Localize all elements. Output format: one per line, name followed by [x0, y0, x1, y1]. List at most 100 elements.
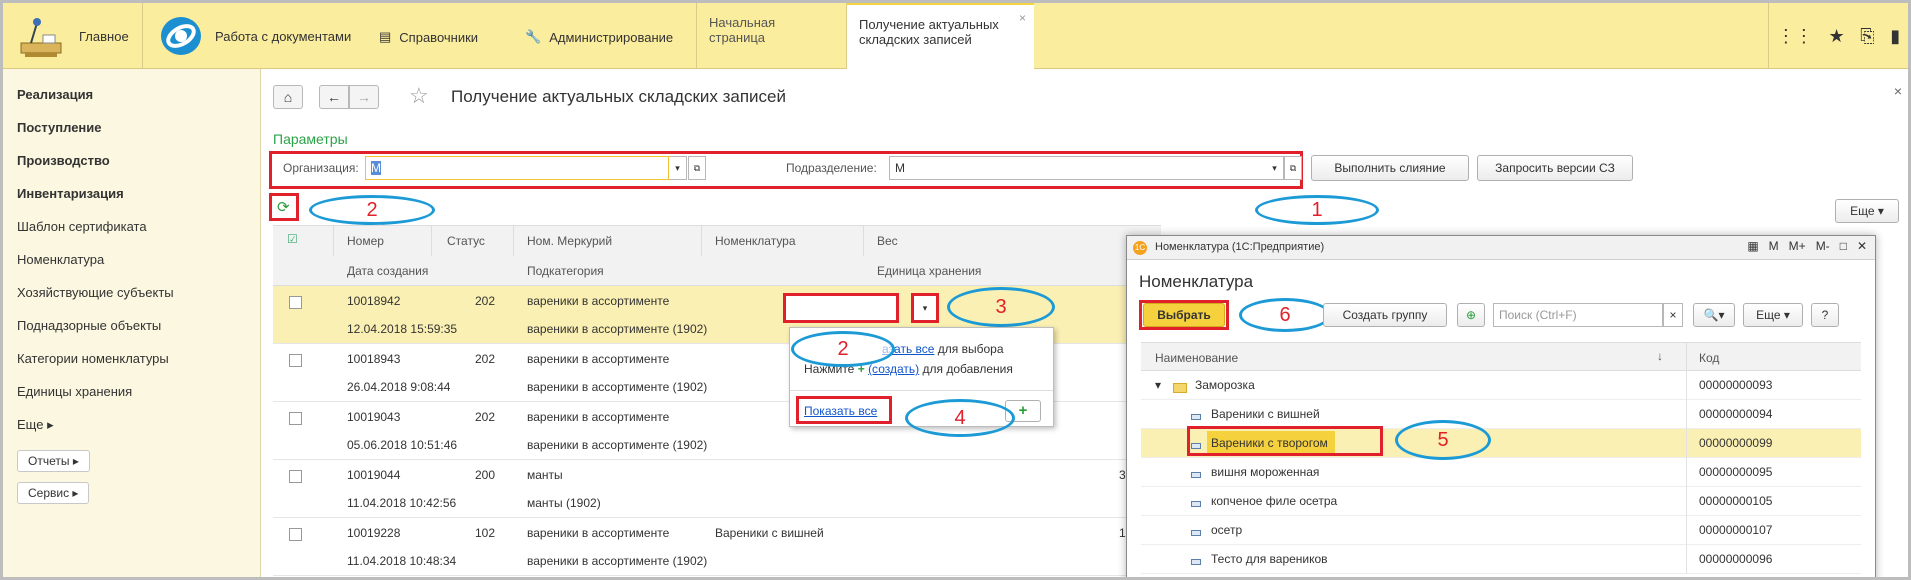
show-all-link[interactable]: Показать все — [804, 404, 877, 418]
sidebar-item-nomenclature[interactable]: Номенклатура — [17, 252, 260, 285]
org-open[interactable]: ⧉ — [688, 156, 706, 180]
sidebar-item-supervised[interactable]: Поднадзорные объекты — [17, 318, 260, 351]
col-date[interactable]: Дата создания — [347, 264, 428, 278]
popup-line1-rest: для выбора — [937, 342, 1004, 356]
history-icon[interactable]: ⎘ — [1860, 26, 1874, 47]
search-options-button[interactable]: 🔍▾ — [1693, 303, 1735, 327]
row-checkbox[interactable] — [289, 528, 302, 541]
list-item[interactable]: вишня мороженная 00000000095 — [1141, 458, 1861, 487]
sidebar-item-sales[interactable]: Реализация — [17, 87, 260, 120]
row-checkbox[interactable] — [289, 470, 302, 483]
help-button[interactable]: ? — [1811, 303, 1839, 327]
nomenclature-dropdown-button[interactable]: ▾ — [911, 293, 939, 323]
select-all-icon[interactable]: ☑ — [287, 232, 298, 246]
cell-mercury: вареники в ассортименте — [527, 410, 670, 424]
col-name[interactable]: Наименование — [1155, 351, 1238, 365]
menu-icon[interactable]: ▮ — [1890, 26, 1900, 47]
tab-start-page[interactable]: Начальная страница — [696, 3, 846, 69]
org-dropdown[interactable]: ▾ — [669, 156, 687, 180]
create-group-button[interactable]: Создать группу — [1323, 303, 1447, 327]
dept-dropdown[interactable]: ▾ — [1266, 156, 1284, 180]
table-row[interactable]: 10019044 200 манты 3,000 11.04.2018 10:4… — [273, 460, 1161, 518]
sidebar-item-categories[interactable]: Категории номенклатуры — [17, 351, 260, 384]
col-mercury[interactable]: Ном. Меркурий — [527, 234, 612, 248]
service-button[interactable]: Сервис ▸ — [17, 482, 90, 504]
star-icon[interactable]: ★ — [1828, 26, 1844, 47]
nomenclature-window: 1С Номенклатура (1С:Предприятие) ▦ M M+ … — [1126, 235, 1876, 577]
table-row[interactable]: 10019228 102 вареники в ассортименте Вар… — [273, 518, 1161, 576]
col-weight[interactable]: Вес — [877, 234, 898, 248]
sidebar-item-inventory[interactable]: Инвентаризация — [17, 186, 260, 219]
list-item[interactable]: осетр 00000000107 — [1141, 516, 1861, 545]
apps-icon[interactable]: ⋮⋮ — [1777, 26, 1813, 47]
item-name: копченое филе осетра — [1211, 494, 1338, 508]
favorite-star-icon[interactable]: ☆ — [409, 83, 429, 109]
magnifier-icon: 🔍▾ — [1703, 308, 1725, 322]
close-icon[interactable]: × — [1019, 11, 1026, 25]
col-sep — [333, 226, 334, 256]
memory-mplus-button[interactable]: M+ — [1789, 239, 1806, 253]
tab-current[interactable]: Получение актуальных складских записей × — [846, 3, 1034, 69]
open-icon: ⧉ — [1289, 163, 1297, 173]
copy-add-button[interactable]: ⊕ — [1457, 303, 1485, 327]
cell-subcategory: вареники в ассортименте (1902) — [527, 554, 708, 568]
params-label[interactable]: Параметры — [273, 131, 348, 147]
close-form-icon[interactable]: × — [1894, 83, 1902, 99]
forward-button[interactable]: → — [349, 85, 379, 109]
section-admin[interactable]: 🔧 Администрирование — [525, 29, 673, 45]
item-name: осетр — [1211, 523, 1243, 537]
home-section[interactable]: Главное — [3, 3, 143, 69]
sidebar-item-entities[interactable]: Хозяйствующие субъекты — [17, 285, 260, 318]
sidebar-item-certificate[interactable]: Шаблон сертификата — [17, 219, 260, 252]
more-button[interactable]: Еще ▾ — [1835, 199, 1899, 223]
calc-icon[interactable]: ▦ — [1747, 239, 1758, 253]
row-checkbox[interactable] — [289, 412, 302, 425]
search-clear-button[interactable]: × — [1663, 303, 1683, 327]
item-name: Тесто для вареников — [1211, 552, 1328, 566]
memory-mminus-button[interactable]: M- — [1816, 239, 1830, 253]
item-name: вишня мороженная — [1211, 465, 1320, 479]
col-status[interactable]: Статус — [447, 234, 485, 248]
col-nomenclature[interactable]: Номенклатура — [715, 234, 796, 248]
home-button[interactable]: ⌂ — [273, 85, 303, 109]
dept-input[interactable]: М — [889, 156, 1267, 180]
section-documents[interactable]: Работа с документами — [215, 29, 351, 44]
list-item[interactable]: Вареники с вишней 00000000094 — [1141, 400, 1861, 429]
window-titlebar[interactable]: 1С Номенклатура (1С:Предприятие) ▦ M M+ … — [1127, 236, 1875, 260]
maximize-icon[interactable]: □ — [1840, 239, 1847, 253]
close-icon[interactable]: ✕ — [1857, 239, 1867, 253]
section-references[interactable]: ▤ Справочники — [379, 29, 478, 45]
expand-chevron-icon[interactable]: ▾ — [1155, 378, 1161, 392]
request-versions-button[interactable]: Запросить версии СЗ — [1477, 155, 1633, 181]
col-number[interactable]: Номер — [347, 234, 384, 248]
cell-status: 202 — [475, 352, 496, 366]
home-icon: ⌂ — [283, 89, 293, 105]
merge-button[interactable]: Выполнить слияние — [1311, 155, 1469, 181]
sidebar-item-production[interactable]: Производство — [17, 153, 260, 186]
back-button[interactable]: ← — [319, 85, 349, 109]
dept-open[interactable]: ⧉ — [1284, 156, 1302, 180]
search-input[interactable]: Поиск (Ctrl+F) — [1493, 303, 1663, 327]
row-checkbox[interactable] — [289, 296, 302, 309]
list-item[interactable]: Тесто для вареников 00000000096 — [1141, 545, 1861, 574]
sidebar-item-units[interactable]: Единицы хранения — [17, 384, 260, 417]
sort-arrow-icon[interactable]: ↓ — [1657, 349, 1663, 363]
memory-m-button[interactable]: M — [1769, 239, 1779, 253]
window-heading: Номенклатура — [1139, 272, 1254, 291]
row-checkbox[interactable] — [289, 354, 302, 367]
sidebar-item-receipts[interactable]: Поступление — [17, 120, 260, 153]
reports-button[interactable]: Отчеты ▸ — [17, 450, 90, 472]
create-link[interactable]: (создать) — [868, 362, 919, 376]
col-code[interactable]: Код — [1699, 351, 1719, 365]
select-button[interactable]: Выбрать — [1143, 303, 1225, 327]
col-subcategory[interactable]: Подкатегория — [527, 264, 604, 278]
col-unit[interactable]: Единица хранения — [877, 264, 981, 278]
list-item[interactable]: ▾ Заморозка 00000000093 — [1141, 371, 1861, 400]
list-item[interactable]: копченое филе осетра 00000000105 — [1141, 487, 1861, 516]
nomenclature-edit-field[interactable] — [783, 293, 899, 323]
sidebar-more[interactable]: Еще ▸ — [17, 417, 260, 450]
window-more-button[interactable]: Еще ▾ — [1743, 303, 1803, 327]
refresh-icon[interactable]: ⟳ — [277, 198, 290, 216]
col-sep — [431, 226, 432, 256]
org-input[interactable]: М — [365, 156, 669, 180]
